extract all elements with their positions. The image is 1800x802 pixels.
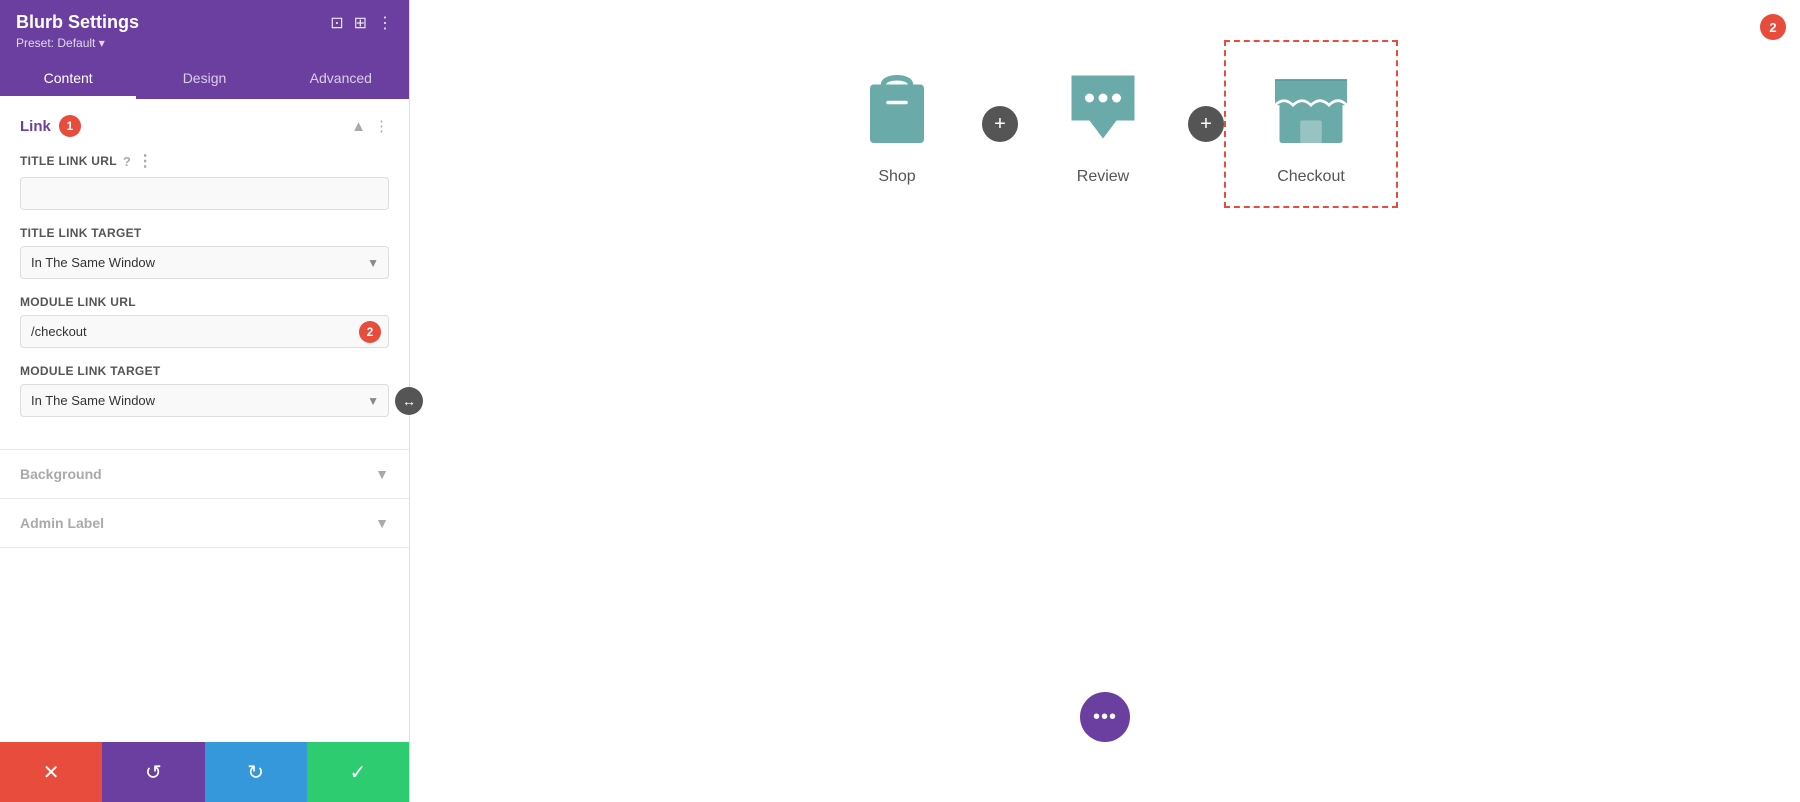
floating-dots-button[interactable]: ••• <box>1080 692 1130 742</box>
title-link-target-label: Title Link Target <box>20 226 389 240</box>
cancel-button[interactable]: ✕ <box>0 742 102 802</box>
admin-label-section: Admin Label ▼ <box>0 499 409 548</box>
title-url-help-icon[interactable]: ? <box>123 154 131 169</box>
redo-button[interactable]: ↻ <box>205 742 307 802</box>
title-link-target-wrapper: In The Same Window In A New Window ▼ <box>20 246 389 279</box>
section-controls: ▲ ⋮ <box>351 117 389 135</box>
panel-header-controls: ⊡ ⊞ ⋮ <box>330 13 393 33</box>
collapse-icon[interactable]: ▲ <box>351 118 366 135</box>
preset-label[interactable]: Preset: Default ▾ <box>16 36 393 50</box>
selection-badge: 2 <box>1760 14 1786 40</box>
shop-label: Shop <box>878 168 915 186</box>
checkout-label: Checkout <box>1277 168 1345 186</box>
columns-icon[interactable]: ⊞ <box>354 13 367 33</box>
resize-handle[interactable]: ↔ <box>395 387 423 415</box>
admin-label-section-header[interactable]: Admin Label ▼ <box>20 515 389 531</box>
module-link-target-group: Module Link Target In The Same Window In… <box>20 364 389 417</box>
add-blurb-button-1[interactable]: + <box>982 106 1018 142</box>
focus-icon[interactable]: ⊡ <box>330 13 343 33</box>
blurb-checkout[interactable]: Checkout <box>1224 40 1398 208</box>
module-link-url-input[interactable] <box>20 315 389 348</box>
save-button[interactable]: ✓ <box>307 742 409 802</box>
title-link-url-input[interactable] <box>20 177 389 210</box>
title-link-url-group: Title Link URL ? ⋮ <box>20 151 389 210</box>
admin-label-chevron-icon: ▼ <box>375 515 389 531</box>
background-section: Background ▼ <box>0 450 409 499</box>
link-section-badge: 1 <box>59 115 81 137</box>
background-chevron-icon: ▼ <box>375 466 389 482</box>
title-link-target-group: Title Link Target In The Same Window In … <box>20 226 389 279</box>
tab-advanced[interactable]: Advanced <box>273 60 409 99</box>
redo-icon: ↻ <box>247 760 264 785</box>
cancel-icon: ✕ <box>43 760 60 785</box>
module-url-wrapper: 2 <box>20 315 389 348</box>
undo-button[interactable]: ↺ <box>102 742 204 802</box>
more-icon[interactable]: ⋮ <box>377 13 393 33</box>
panel-header: Blurb Settings ⊡ ⊞ ⋮ Preset: Default ▾ <box>0 0 409 60</box>
panel-content: Link 1 ▲ ⋮ Title Link URL ? ⋮ Titl <box>0 99 409 742</box>
link-section-title: Link 1 <box>20 115 81 137</box>
section-more-icon[interactable]: ⋮ <box>374 117 389 135</box>
blurb-shop[interactable]: Shop <box>812 42 982 206</box>
module-link-url-label: Module Link URL <box>20 295 389 309</box>
title-link-url-label: Title Link URL ? ⋮ <box>20 151 389 171</box>
review-label: Review <box>1077 168 1129 186</box>
module-url-badge: 2 <box>359 321 381 343</box>
admin-label-section-title: Admin Label <box>20 515 104 531</box>
save-icon: ✓ <box>349 760 366 785</box>
blurb-review[interactable]: Review <box>1018 42 1188 206</box>
undo-icon: ↺ <box>145 760 162 785</box>
background-section-header[interactable]: Background ▼ <box>20 466 389 482</box>
background-section-title: Background <box>20 466 102 482</box>
title-url-more-icon[interactable]: ⋮ <box>137 151 153 171</box>
shop-icon <box>852 62 942 152</box>
blurbs-row: Shop + Review + 2 <box>470 40 1740 208</box>
review-icon <box>1058 62 1148 152</box>
tab-content[interactable]: Content <box>0 60 136 99</box>
tab-design[interactable]: Design <box>136 60 272 99</box>
resize-icon: ↔ <box>402 393 416 409</box>
panel-title: Blurb Settings <box>16 12 139 33</box>
settings-panel: Blurb Settings ⊡ ⊞ ⋮ Preset: Default ▾ C… <box>0 0 410 802</box>
checkout-icon <box>1266 62 1356 152</box>
add-blurb-button-2[interactable]: + <box>1188 106 1224 142</box>
link-section: Link 1 ▲ ⋮ Title Link URL ? ⋮ Titl <box>0 99 409 450</box>
bottom-toolbar: ✕ ↺ ↻ ✓ <box>0 742 409 802</box>
module-link-target-label: Module Link Target <box>20 364 389 378</box>
canvas-area: Shop + Review + 2 <box>410 0 1800 802</box>
tab-bar: Content Design Advanced <box>0 60 409 99</box>
module-link-target-select[interactable]: In The Same Window In A New Window <box>20 384 389 417</box>
module-link-target-wrapper: In The Same Window In A New Window ▼ <box>20 384 389 417</box>
title-link-target-select[interactable]: In The Same Window In A New Window <box>20 246 389 279</box>
module-link-url-group: Module Link URL 2 <box>20 295 389 348</box>
